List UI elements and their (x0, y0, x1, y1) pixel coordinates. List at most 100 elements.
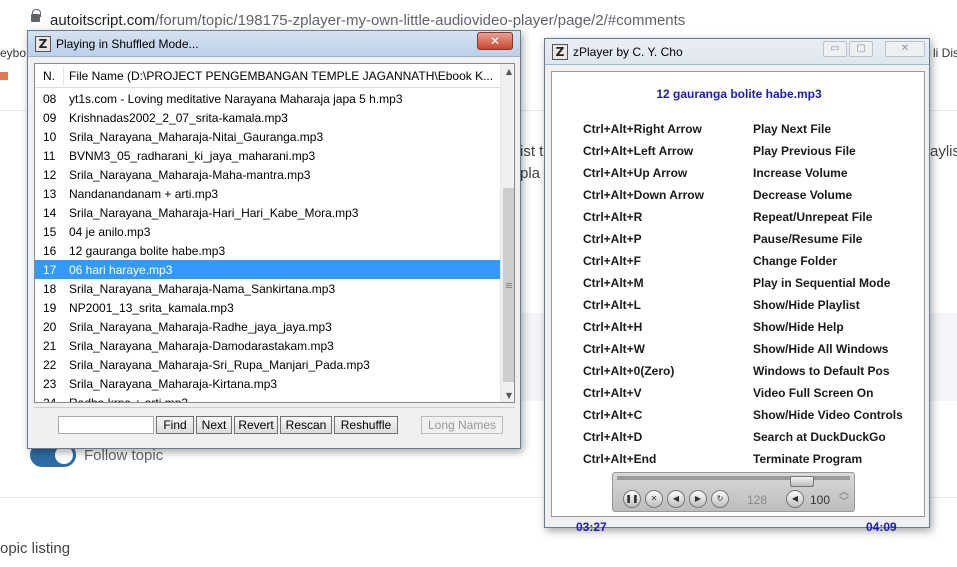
minimize-icon[interactable]: ▭ (823, 41, 847, 57)
hotkey-combo: Ctrl+Alt+V (583, 386, 642, 400)
track-number: 12 (43, 168, 57, 182)
restore-icon[interactable]: ▢ (849, 41, 873, 57)
stop-icon[interactable]: ✕ (645, 490, 663, 508)
window-title: zPlayer by C. Y. Cho (573, 45, 683, 59)
playlist-row[interactable]: 23 Srila_Narayana_Maharaja-Kirtana.mp3 (35, 374, 500, 393)
follow-topic-label[interactable]: Follow topic (84, 447, 163, 464)
url-text[interactable]: autoitscript.com/forum/topic/198175-zpla… (50, 12, 685, 29)
playlist-rows: 08 yt1s.com - Loving meditative Narayana … (35, 89, 500, 402)
find-input[interactable] (58, 416, 154, 434)
player-controls: ❚❚ ✕ ◀ ▶ ↻ 128 ◀ 100 ︿ ﹀ (612, 472, 855, 512)
playlist-row[interactable]: 22 Srila_Narayana_Maharaja-Sri_Rupa_Manja… (35, 355, 500, 374)
column-divider[interactable] (63, 66, 64, 86)
hotkey-combo: Ctrl+Alt+L (583, 298, 642, 312)
hotkey-action: Search at DuckDuckGo (753, 430, 886, 444)
close-button[interactable]: ✕ (477, 32, 513, 50)
playlist-row[interactable]: 11 BVNM3_05_radharani_ki_jaya_maharani.mp… (35, 146, 500, 165)
window-title: Playing in Shuffled Mode... (56, 37, 199, 51)
track-filename: Srila_Narayana_Maharaja-Nitai_Gauranga.m… (69, 130, 324, 144)
track-filename: NP2001_13_srita_kamala.mp3 (69, 301, 234, 315)
next-icon[interactable]: ▶ (689, 490, 707, 508)
volume-updown-icon[interactable]: ︿ ﹀ (836, 488, 852, 510)
scroll-thumb[interactable] (503, 188, 514, 382)
track-number: 16 (43, 244, 57, 258)
hotkey-combo: Ctrl+Alt+H (583, 320, 643, 334)
help-panel: 12 gauranga bolite habe.mp3 Ctrl+Alt+Rig… (551, 71, 925, 534)
find-button[interactable]: Find (156, 416, 194, 434)
bookmark-favicon (0, 72, 8, 80)
hotkey-combo: Ctrl+Alt+Down Arrow (583, 188, 704, 202)
playlist-row[interactable]: 17 06 hari haraye.mp3 (35, 260, 500, 279)
seek-track[interactable] (617, 476, 850, 487)
track-filename: BVNM3_05_radharani_ki_jaya_maharani.mp3 (69, 149, 316, 163)
bitrate-value: 128 (747, 493, 768, 507)
volume-value: 100 (810, 493, 831, 507)
z-app-icon: Z (552, 44, 568, 60)
track-number: 19 (43, 301, 57, 315)
hotkey-combo: Ctrl+Alt+C (583, 408, 643, 422)
revert-button[interactable]: Revert (234, 416, 278, 434)
column-header-filename[interactable]: File Name (D:\PROJECT PENGEMBANGAN TEMPL… (69, 69, 493, 83)
track-number: 08 (43, 92, 57, 106)
hotkey-action: Show/Hide Video Controls (753, 408, 903, 422)
seek-thumb[interactable] (790, 476, 814, 487)
playlist-row[interactable]: 20 Srila_Narayana_Maharaja-Radhe_jaya_jay… (35, 317, 500, 336)
hotkey-combo: Ctrl+Alt+D (583, 430, 643, 444)
track-number: 10 (43, 130, 57, 144)
hotkey-combo: Ctrl+Alt+R (583, 210, 643, 224)
track-number: 14 (43, 206, 57, 220)
hotkey-action: Decrease Volume (753, 188, 853, 202)
grip-icon (506, 283, 512, 284)
column-header-number[interactable]: N. (43, 69, 55, 83)
playlist-row[interactable]: 08 yt1s.com - Loving meditative Narayana … (35, 89, 500, 108)
track-filename: 12 gauranga bolite habe.mp3 (69, 244, 226, 258)
playlist-row[interactable]: 13 Nandanandanam + arti.mp3 (35, 184, 500, 203)
scroll-down-arrow-icon[interactable]: ▼ (501, 388, 514, 402)
playlist-window: Z Playing in Shuffled Mode... ✕ N. File … (27, 30, 521, 449)
playlist-row[interactable]: 12 Srila_Narayana_Maharaja-Maha-mantra.mp… (35, 165, 500, 184)
track-filename: Srila_Narayana_Maharaja-Nama_Sankirtana.… (69, 282, 336, 296)
track-number: 13 (43, 187, 57, 201)
lock-icon (31, 9, 41, 22)
playlist-row[interactable]: 19 NP2001_13_srita_kamala.mp3 (35, 298, 500, 317)
playlist-row[interactable]: 09 Krishnadas2002_2_07_srita-kamala.mp3 (35, 108, 500, 127)
bookmark-item[interactable]: eybo (0, 46, 26, 60)
track-number: 11 (43, 149, 56, 163)
track-filename: Srila_Narayana_Maharaja-Maha-mantra.mp3 (69, 168, 311, 182)
pause-icon[interactable]: ❚❚ (623, 490, 641, 508)
hotkey-action: Show/Hide Help (753, 320, 844, 334)
hotkey-combo: Ctrl+Alt+End (583, 452, 657, 466)
track-number: 22 (43, 358, 57, 372)
track-filename: 04 je anilo.mp3 (69, 225, 151, 239)
playlist-row[interactable]: 18 Srila_Narayana_Maharaja-Nama_Sankirtan… (35, 279, 500, 298)
playlist-row[interactable]: 24 Radha krpa + arti.mp3 (35, 393, 500, 402)
hotkey-action: Windows to Default Pos (753, 364, 890, 378)
playlist-row[interactable]: 14 Srila_Narayana_Maharaja-Hari_Hari_Kabe… (35, 203, 500, 222)
zplayer-titlebar[interactable]: Z zPlayer by C. Y. Cho ▭ ▢ ✕ (545, 39, 929, 65)
hotkey-action: Show/Hide All Windows (753, 342, 889, 356)
bookmark-item[interactable]: li Disc (933, 46, 957, 60)
previous-icon[interactable]: ◀ (667, 490, 685, 508)
hotkey-action: Increase Volume (753, 166, 848, 180)
vertical-scrollbar[interactable]: ▲ ▼ (500, 64, 514, 402)
now-playing-title: 12 gauranga bolite habe.mp3 (656, 87, 822, 101)
next-button[interactable]: Next (196, 416, 232, 434)
rescan-button[interactable]: Rescan (280, 416, 332, 434)
track-number: 21 (43, 339, 57, 353)
repeat-icon[interactable]: ↻ (711, 490, 729, 508)
bg-post-text: ist t (520, 143, 544, 160)
topic-listing-link[interactable]: opic listing (0, 540, 70, 557)
playlist-titlebar[interactable]: Z Playing in Shuffled Mode... ✕ (28, 31, 520, 57)
reshuffle-button[interactable]: Reshuffle (334, 416, 398, 434)
hotkey-combo: Ctrl+Alt+P (583, 232, 642, 246)
playlist-row[interactable]: 16 12 gauranga bolite habe.mp3 (35, 241, 500, 260)
playlist-row[interactable]: 15 04 je anilo.mp3 (35, 222, 500, 241)
long-names-button[interactable]: Long Names (421, 416, 503, 434)
close-icon[interactable]: ✕ (885, 41, 925, 57)
playlist-row[interactable]: 21 Srila_Narayana_Maharaja-Damodarastakam… (35, 336, 500, 355)
hotkey-combo: Ctrl+Alt+0(Zero) (583, 364, 675, 378)
playlist-listview[interactable]: N. File Name (D:\PROJECT PENGEMBANGAN TE… (34, 63, 515, 403)
scroll-up-arrow-icon[interactable]: ▲ (501, 64, 514, 80)
playlist-row[interactable]: 10 Srila_Narayana_Maharaja-Nitai_Gauranga… (35, 127, 500, 146)
volume-icon[interactable]: ◀ (786, 490, 804, 508)
